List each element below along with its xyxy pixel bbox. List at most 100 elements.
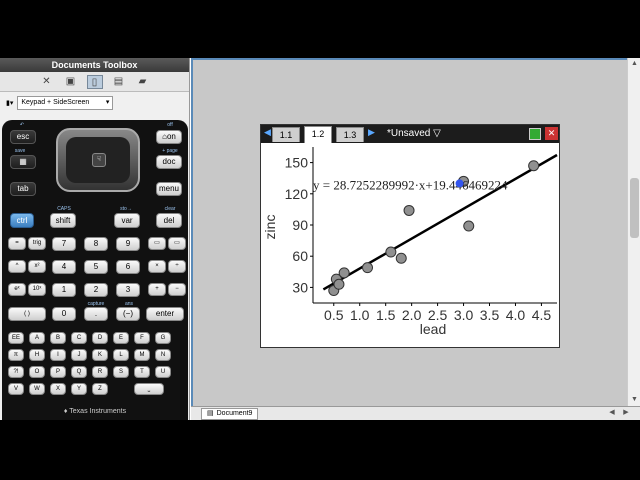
doc-key[interactable]: doc xyxy=(156,155,182,169)
letter-key[interactable]: N xyxy=(155,349,171,361)
key-8[interactable]: 8 xyxy=(84,237,108,251)
data-point[interactable] xyxy=(463,220,475,232)
del-key[interactable]: del xyxy=(156,213,182,228)
key-2[interactable]: 2 xyxy=(84,283,108,297)
exp-key[interactable]: eˣ xyxy=(8,283,26,296)
key-3[interactable]: 3 xyxy=(116,283,140,297)
letter-key[interactable]: C xyxy=(71,332,87,344)
ten-power-key[interactable]: 10ˣ xyxy=(28,283,46,296)
tab-1-2[interactable]: 1.2 xyxy=(304,126,332,143)
ctrl-key[interactable]: ctrl xyxy=(10,213,34,228)
space-key[interactable]: ⎵ xyxy=(134,383,164,395)
scroll-up-arrow[interactable]: ▲ xyxy=(628,58,640,70)
letter-key[interactable]: G xyxy=(155,332,171,344)
trig-key[interactable]: trig xyxy=(28,237,46,250)
shift-key[interactable]: shift xyxy=(50,213,76,228)
tab-prev-arrow[interactable]: ◀ xyxy=(264,127,271,138)
document-tab[interactable]: ▤ Document9 xyxy=(201,408,259,420)
data-point[interactable] xyxy=(528,160,540,172)
data-point[interactable] xyxy=(362,262,374,274)
key-4[interactable]: 4 xyxy=(52,260,76,274)
times-key[interactable]: × xyxy=(148,260,166,273)
parens-key[interactable]: ( ) xyxy=(8,307,46,321)
data-point[interactable] xyxy=(338,267,350,279)
letter-key[interactable]: P xyxy=(50,366,66,378)
letter-key[interactable]: U xyxy=(155,366,171,378)
handheld-icon[interactable]: ▯ xyxy=(86,74,103,89)
vertical-scrollbar[interactable]: ▲ ▼ xyxy=(627,58,640,406)
on-key[interactable]: ⌂on xyxy=(156,130,182,144)
tab-1-3[interactable]: 1.3 xyxy=(336,127,364,142)
var-key[interactable]: var xyxy=(114,213,140,228)
letter-key[interactable]: J xyxy=(71,349,87,361)
letter-key[interactable]: EE xyxy=(8,332,24,344)
negative-key[interactable]: (−) xyxy=(116,307,140,321)
esc-key[interactable]: esc xyxy=(10,130,36,144)
letter-key[interactable]: π xyxy=(8,349,24,361)
enter-key[interactable]: enter xyxy=(146,307,184,321)
key-0[interactable]: 0 xyxy=(52,307,76,321)
letter-key[interactable]: Y xyxy=(71,383,87,395)
key-9[interactable]: 9 xyxy=(116,237,140,251)
letter-key[interactable]: V xyxy=(8,383,24,395)
book-icon[interactable]: ▤ xyxy=(111,75,127,89)
cursor-marker[interactable] xyxy=(455,179,464,188)
touchpad-click-icon[interactable]: ☟ xyxy=(92,153,106,167)
close-icon[interactable]: ✕ xyxy=(545,127,558,140)
tab-scroll-left[interactable]: ◀ xyxy=(607,408,617,419)
handheld-small-icon[interactable]: ▮▾ xyxy=(6,99,13,107)
letter-key[interactable]: R xyxy=(92,366,108,378)
caret-key[interactable]: ^ xyxy=(8,260,26,273)
scroll-thumb[interactable] xyxy=(630,178,639,238)
letter-key[interactable]: F xyxy=(134,332,150,344)
key-1[interactable]: 1 xyxy=(52,283,76,297)
key-5[interactable]: 5 xyxy=(84,260,108,274)
plus-key[interactable]: + xyxy=(148,283,166,296)
letter-key[interactable]: T xyxy=(134,366,150,378)
letter-key[interactable]: M xyxy=(134,349,150,361)
letter-key[interactable]: K xyxy=(92,349,108,361)
document-name[interactable]: *Unsaved ▽ xyxy=(387,128,441,139)
tools-icon[interactable]: ✕ xyxy=(39,75,55,89)
letter-key[interactable]: B xyxy=(50,332,66,344)
template-key[interactable]: ▭ xyxy=(148,237,166,250)
letter-key[interactable]: S xyxy=(113,366,129,378)
letter-key[interactable]: E xyxy=(113,332,129,344)
key-7[interactable]: 7 xyxy=(52,237,76,251)
tab-key[interactable]: tab xyxy=(10,182,36,196)
equals-key[interactable]: = xyxy=(8,237,26,250)
keypad-view-select[interactable]: Keypad + SideScreen xyxy=(17,96,114,110)
tab-next-arrow[interactable]: ▶ xyxy=(368,127,375,138)
touchpad[interactable]: ☟ xyxy=(56,128,140,192)
tab-scroll-right[interactable]: ▶ xyxy=(621,408,631,419)
letter-key[interactable]: H xyxy=(29,349,45,361)
letter-key[interactable]: I xyxy=(50,349,66,361)
menu-key[interactable]: menu xyxy=(156,182,182,196)
letter-key[interactable]: A xyxy=(29,332,45,344)
data-point[interactable] xyxy=(403,204,415,216)
page-sorter-icon[interactable]: ▣ xyxy=(63,75,79,89)
scatter-plot[interactable]: 3060901201500.5 1.0 1.5 2.0 2.5 3.0 3.5 4.0 4.5l… xyxy=(261,143,559,347)
catalog-key[interactable]: ▭ xyxy=(168,237,186,250)
data-point[interactable] xyxy=(395,252,407,264)
divide-key[interactable]: ÷ xyxy=(168,260,186,273)
regression-line[interactable] xyxy=(322,153,558,291)
letter-key[interactable]: X xyxy=(50,383,66,395)
square-key[interactable]: x² xyxy=(28,260,46,273)
letter-key[interactable]: L xyxy=(113,349,129,361)
data-point[interactable] xyxy=(333,278,345,290)
dot-key[interactable]: . xyxy=(84,307,108,321)
letter-key[interactable]: ?! xyxy=(8,366,24,378)
folder-icon[interactable]: ▰ xyxy=(135,75,151,89)
letter-key[interactable]: O xyxy=(29,366,45,378)
letter-key[interactable]: Q xyxy=(71,366,87,378)
tab-1-1[interactable]: 1.1 xyxy=(272,127,300,142)
letter-key[interactable]: W xyxy=(29,383,45,395)
letter-key[interactable]: D xyxy=(92,332,108,344)
scroll-down-arrow[interactable]: ▼ xyxy=(628,394,640,406)
scratchpad-key[interactable]: ▦ xyxy=(10,155,36,169)
minus-key[interactable]: − xyxy=(168,283,186,296)
key-6[interactable]: 6 xyxy=(116,260,140,274)
letter-key[interactable]: Z xyxy=(92,383,108,395)
data-point[interactable] xyxy=(385,246,397,258)
